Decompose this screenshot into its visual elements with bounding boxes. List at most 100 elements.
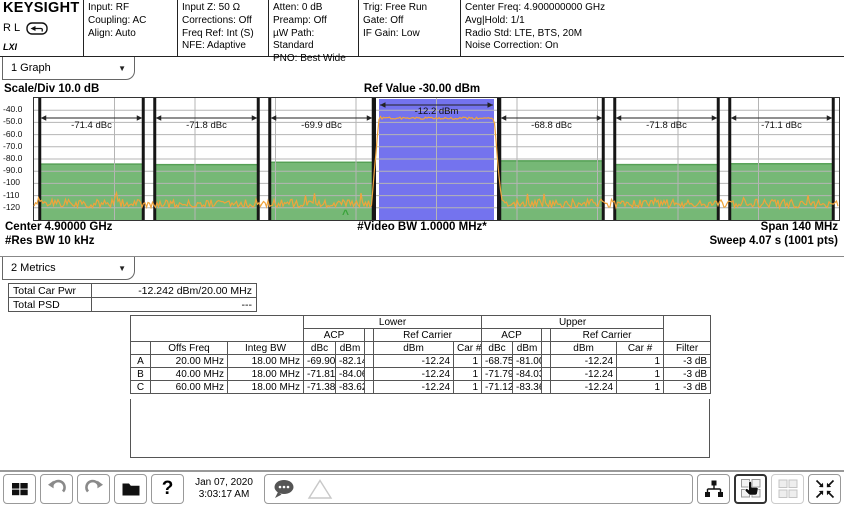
- y-axis-label: -90.0: [3, 165, 32, 175]
- total-car-pwr-row: Total Car Pwr -12.242 dBm/20.00 MHz: [9, 284, 257, 298]
- acp-cell: [542, 355, 551, 368]
- acp-cell: -84.06: [336, 368, 365, 381]
- acp-column-header: Car #: [454, 342, 482, 355]
- acp-header-sep: [365, 329, 374, 342]
- band-power-label: -69.9 dBc: [277, 120, 367, 131]
- metrics-selector-label: 2 Metrics: [11, 262, 56, 274]
- redo-button[interactable]: [77, 474, 110, 504]
- acp-cell: -68.75: [482, 355, 513, 368]
- acp-cell: B: [131, 368, 151, 381]
- totals-table: Total Car Pwr -12.242 dBm/20.00 MHz Tota…: [8, 283, 257, 312]
- header-input-col: Input: RF Coupling: AC Align: Auto: [84, 0, 178, 56]
- offset-band-fill: [155, 164, 259, 220]
- undo-icon: [46, 478, 68, 500]
- acp-cell: 40.00 MHz: [151, 368, 228, 381]
- acp-cell: [542, 381, 551, 394]
- offset-band-edge: [155, 164, 259, 165]
- offset-band-edge: [730, 163, 834, 164]
- offset-band-edge: [615, 164, 719, 165]
- acp-cell: -3 dB: [664, 368, 711, 381]
- y-axis-label: -60.0: [3, 129, 32, 139]
- acp-cell: -69.90: [304, 355, 336, 368]
- arrow-head: [827, 115, 833, 121]
- acp-cell: 1: [617, 355, 664, 368]
- collapse-arrows-icon: [814, 478, 836, 500]
- acp-column-header: dBm: [513, 342, 542, 355]
- y-axis-label: -70.0: [3, 141, 32, 151]
- y-axis-label: -50.0: [3, 116, 32, 126]
- y-axis-label: -80.0: [3, 153, 32, 163]
- touch-pointer-icon: [740, 478, 762, 500]
- noise-corr-status: Noise Correction: On: [465, 40, 840, 53]
- collapse-fullscreen-button[interactable]: [808, 474, 841, 504]
- acp-cell: 1: [617, 368, 664, 381]
- acp-cell: [365, 355, 374, 368]
- time-text: 3:03:17 AM: [188, 489, 260, 501]
- block-diagram-button[interactable]: [697, 474, 730, 504]
- acp-cell: 1: [617, 381, 664, 394]
- header-atten-col: Atten: 0 dB Preamp: Off µW Path: Standar…: [269, 0, 359, 56]
- arrow-head: [712, 115, 718, 121]
- status-message-bar[interactable]: [264, 474, 693, 504]
- undo-button[interactable]: [40, 474, 73, 504]
- block-diagram-icon: [704, 479, 724, 499]
- metrics-selector-dropdown[interactable]: 2 Metrics ▼: [2, 257, 135, 280]
- alert-triangle-icon: [307, 478, 333, 500]
- acp-column-header: Offs Freq: [151, 342, 228, 355]
- acp-cell: -71.81: [304, 368, 336, 381]
- acp-cell: -71.38: [304, 381, 336, 394]
- acp-header-upper: Upper: [482, 316, 664, 329]
- acp-cell: -83.36: [513, 381, 542, 394]
- acp-column-header: dBc: [304, 342, 336, 355]
- windows-start-button[interactable]: [3, 474, 36, 504]
- band-power-label: -71.8 dBc: [162, 120, 252, 131]
- arrow-head: [731, 115, 737, 121]
- message-bubble-icon: [271, 478, 299, 500]
- graph-selector-dropdown[interactable]: 1 Graph ▼: [2, 57, 135, 80]
- input-status: Input: RF: [88, 2, 173, 15]
- acp-column-header: Integ BW: [228, 342, 304, 355]
- help-button[interactable]: ?: [151, 474, 184, 504]
- acp-cell: -71.12: [482, 381, 513, 394]
- file-browser-button[interactable]: [114, 474, 147, 504]
- acp-column-header: Filter: [664, 342, 711, 355]
- total-psd-row: Total PSD ---: [9, 298, 257, 312]
- acp-results-table: Lower Upper ACP Ref Carrier ACP Ref Carr…: [130, 315, 711, 394]
- acp-cell: [365, 381, 374, 394]
- acp-table-empty-area: [130, 399, 710, 458]
- acp-table-row: C60.00 MHz18.00 MHz-71.38-83.62-12.241-7…: [131, 381, 711, 394]
- help-icon: ?: [162, 478, 174, 500]
- preamp-status: Preamp: Off: [273, 15, 354, 28]
- acp-column-header: Car #: [617, 342, 664, 355]
- acp-header-lower: Lower: [304, 316, 482, 329]
- keysight-logo: KEYSIGHT: [3, 2, 80, 15]
- total-car-pwr-label: Total Car Pwr: [9, 284, 92, 298]
- touch-screen-button[interactable]: [734, 474, 767, 504]
- acp-header-acp: ACP: [482, 329, 542, 342]
- band-edge-marker: [153, 98, 156, 220]
- spectrum-plot[interactable]: -69.9 dBc-68.8 dBc-71.8 dBc-71.8 dBc-71.…: [33, 97, 840, 221]
- acp-cell: C: [131, 381, 151, 394]
- acp-column-header: [131, 342, 151, 355]
- acp-cell: -12.24: [551, 368, 617, 381]
- y-axis-label: -40.0: [3, 104, 32, 114]
- band-edge-marker: [142, 98, 145, 220]
- offset-band-edge: [500, 160, 604, 161]
- acp-table-row: B40.00 MHz18.00 MHz-71.81-84.06-12.241-7…: [131, 368, 711, 381]
- arrow-head: [501, 115, 507, 121]
- acp-cell: -83.62: [336, 381, 365, 394]
- acp-header-acp: ACP: [304, 329, 365, 342]
- acp-cell: -12.24: [374, 381, 454, 394]
- brand-block: KEYSIGHT R L LXI: [0, 0, 84, 56]
- acp-cell: 1: [454, 368, 482, 381]
- redo-icon: [83, 478, 105, 500]
- ref-value-label: Ref Value -30.00 dBm: [0, 83, 844, 95]
- status-header: KEYSIGHT R L LXI Input: RF Coupling: AC …: [0, 0, 844, 57]
- acp-cell: 18.00 MHz: [228, 355, 304, 368]
- acp-header-ref-carrier: Ref Carrier: [551, 329, 664, 342]
- center-freq-status: Center Freq: 4.900000000 GHz: [465, 2, 840, 15]
- carrier-power-label: -12.2 dBm: [392, 106, 482, 117]
- total-psd-value: ---: [92, 298, 257, 312]
- system-toolbar: ? Jan 07, 2020 3:03:17 AM: [0, 470, 844, 506]
- acp-cell: -12.24: [374, 368, 454, 381]
